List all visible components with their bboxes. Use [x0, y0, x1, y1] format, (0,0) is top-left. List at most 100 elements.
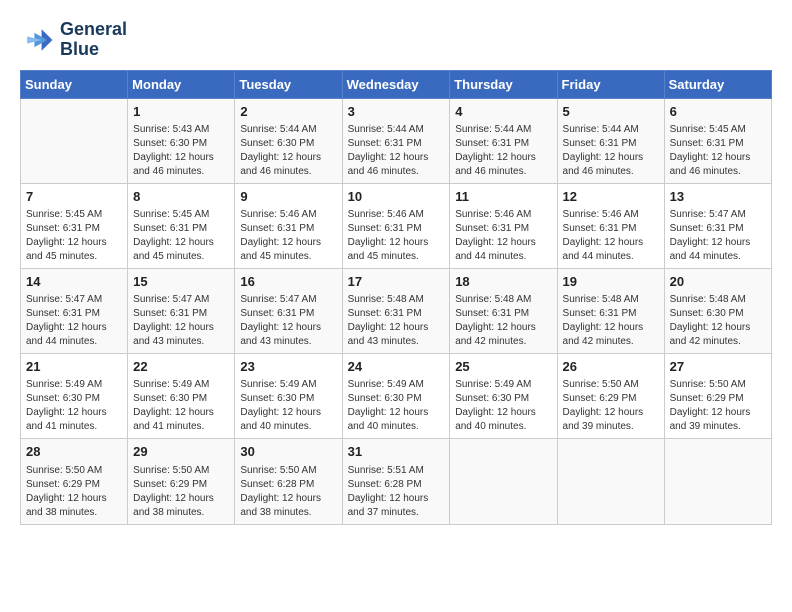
day-number: 18	[455, 273, 551, 291]
day-number: 28	[26, 443, 122, 461]
day-info: Sunrise: 5:49 AMSunset: 6:30 PMDaylight:…	[133, 378, 229, 434]
day-number: 12	[563, 188, 659, 206]
day-number: 25	[455, 358, 551, 376]
calendar-cell: 11 Sunrise: 5:46 AMSunset: 6:31 PMDayligh…	[450, 183, 557, 268]
day-info: Sunrise: 5:48 AMSunset: 6:31 PMDaylight:…	[563, 293, 659, 349]
day-info: Sunrise: 5:45 AMSunset: 6:31 PMDaylight:…	[133, 208, 229, 264]
calendar-cell: 8 Sunrise: 5:45 AMSunset: 6:31 PMDaylight…	[128, 183, 235, 268]
calendar-cell: 17 Sunrise: 5:48 AMSunset: 6:31 PMDayligh…	[342, 268, 450, 353]
column-header-thursday: Thursday	[450, 70, 557, 98]
day-number: 7	[26, 188, 122, 206]
calendar-cell: 19 Sunrise: 5:48 AMSunset: 6:31 PMDayligh…	[557, 268, 664, 353]
calendar-cell: 24Sunrise: 5:49 AMSunset: 6:30 PMDayligh…	[342, 354, 450, 439]
day-info: Sunrise: 5:46 AMSunset: 6:31 PMDaylight:…	[563, 208, 659, 264]
column-header-wednesday: Wednesday	[342, 70, 450, 98]
day-number: 20	[670, 273, 766, 291]
calendar-cell: 4 Sunrise: 5:44 AMSunset: 6:31 PMDaylight…	[450, 98, 557, 183]
day-info: Sunrise: 5:47 AMSunset: 6:31 PMDaylight:…	[670, 208, 766, 264]
day-number: 4	[455, 103, 551, 121]
day-info: Sunrise: 5:46 AMSunset: 6:31 PMDaylight:…	[240, 208, 336, 264]
logo-text: General Blue	[60, 20, 127, 60]
day-info: Sunrise: 5:48 AMSunset: 6:31 PMDaylight:…	[348, 293, 445, 349]
calendar-table: SundayMondayTuesdayWednesdayThursdayFrid…	[20, 70, 772, 525]
day-number: 8	[133, 188, 229, 206]
calendar-cell: 30Sunrise: 5:50 AMSunset: 6:28 PMDayligh…	[235, 439, 342, 524]
column-header-friday: Friday	[557, 70, 664, 98]
calendar-cell: 6 Sunrise: 5:45 AMSunset: 6:31 PMDaylight…	[664, 98, 771, 183]
day-info: Sunrise: 5:51 AMSunset: 6:28 PMDaylight:…	[348, 464, 445, 520]
day-number: 1	[133, 103, 229, 121]
calendar-cell: 10 Sunrise: 5:46 AMSunset: 6:31 PMDayligh…	[342, 183, 450, 268]
day-number: 15	[133, 273, 229, 291]
day-info: Sunrise: 5:48 AMSunset: 6:30 PMDaylight:…	[670, 293, 766, 349]
day-info: Sunrise: 5:44 AMSunset: 6:30 PMDaylight:…	[240, 123, 336, 179]
calendar-cell: 29Sunrise: 5:50 AMSunset: 6:29 PMDayligh…	[128, 439, 235, 524]
day-info: Sunrise: 5:46 AMSunset: 6:31 PMDaylight:…	[455, 208, 551, 264]
day-info: Sunrise: 5:45 AMSunset: 6:31 PMDaylight:…	[670, 123, 766, 179]
calendar-cell: 27 Sunrise: 5:50 AMSunset: 6:29 PMDayligh…	[664, 354, 771, 439]
day-number: 14	[26, 273, 122, 291]
day-info: Sunrise: 5:47 AMSunset: 6:31 PMDaylight:…	[240, 293, 336, 349]
calendar-cell	[664, 439, 771, 524]
day-info: Sunrise: 5:47 AMSunset: 6:31 PMDaylight:…	[133, 293, 229, 349]
page-header: General Blue	[20, 20, 772, 60]
column-header-tuesday: Tuesday	[235, 70, 342, 98]
calendar-cell: 16 Sunrise: 5:47 AMSunset: 6:31 PMDayligh…	[235, 268, 342, 353]
day-info: Sunrise: 5:47 AMSunset: 6:31 PMDaylight:…	[26, 293, 122, 349]
column-header-monday: Monday	[128, 70, 235, 98]
calendar-cell: 7 Sunrise: 5:45 AMSunset: 6:31 PMDaylight…	[21, 183, 128, 268]
day-info: Sunrise: 5:44 AMSunset: 6:31 PMDaylight:…	[563, 123, 659, 179]
calendar-cell: 21Sunrise: 5:49 AMSunset: 6:30 PMDayligh…	[21, 354, 128, 439]
calendar-cell: 26 Sunrise: 5:50 AMSunset: 6:29 PMDayligh…	[557, 354, 664, 439]
day-number: 17	[348, 273, 445, 291]
calendar-cell: 28 Sunrise: 5:50 AMSunset: 6:29 PMDayligh…	[21, 439, 128, 524]
calendar-cell: 23Sunrise: 5:49 AMSunset: 6:30 PMDayligh…	[235, 354, 342, 439]
calendar-week-row: 14 Sunrise: 5:47 AMSunset: 6:31 PMDayligh…	[21, 268, 772, 353]
day-number: 26	[563, 358, 659, 376]
day-number: 24	[348, 358, 445, 376]
day-info: Sunrise: 5:49 AMSunset: 6:30 PMDaylight:…	[26, 378, 122, 434]
calendar-cell: 25 Sunrise: 5:49 AMSunset: 6:30 PMDayligh…	[450, 354, 557, 439]
day-number: 31	[348, 443, 445, 461]
calendar-cell: 31 Sunrise: 5:51 AMSunset: 6:28 PMDayligh…	[342, 439, 450, 524]
day-number: 19	[563, 273, 659, 291]
day-number: 23	[240, 358, 336, 376]
day-info: Sunrise: 5:50 AMSunset: 6:28 PMDaylight:…	[240, 464, 336, 520]
calendar-cell: 12 Sunrise: 5:46 AMSunset: 6:31 PMDayligh…	[557, 183, 664, 268]
calendar-cell: 5Sunrise: 5:44 AMSunset: 6:31 PMDaylight…	[557, 98, 664, 183]
calendar-cell: 1Sunrise: 5:43 AMSunset: 6:30 PMDaylight…	[128, 98, 235, 183]
calendar-cell: 15 Sunrise: 5:47 AMSunset: 6:31 PMDayligh…	[128, 268, 235, 353]
calendar-week-row: 7 Sunrise: 5:45 AMSunset: 6:31 PMDaylight…	[21, 183, 772, 268]
day-number: 6	[670, 103, 766, 121]
calendar-cell	[450, 439, 557, 524]
calendar-header-row: SundayMondayTuesdayWednesdayThursdayFrid…	[21, 70, 772, 98]
calendar-cell: 22 Sunrise: 5:49 AMSunset: 6:30 PMDayligh…	[128, 354, 235, 439]
calendar-cell: 13 Sunrise: 5:47 AMSunset: 6:31 PMDayligh…	[664, 183, 771, 268]
day-info: Sunrise: 5:50 AMSunset: 6:29 PMDaylight:…	[26, 464, 122, 520]
calendar-week-row: 1Sunrise: 5:43 AMSunset: 6:30 PMDaylight…	[21, 98, 772, 183]
day-info: Sunrise: 5:50 AMSunset: 6:29 PMDaylight:…	[670, 378, 766, 434]
logo: General Blue	[20, 20, 127, 60]
day-info: Sunrise: 5:45 AMSunset: 6:31 PMDaylight:…	[26, 208, 122, 264]
calendar-cell: 3Sunrise: 5:44 AMSunset: 6:31 PMDaylight…	[342, 98, 450, 183]
calendar-cell	[21, 98, 128, 183]
day-info: Sunrise: 5:48 AMSunset: 6:31 PMDaylight:…	[455, 293, 551, 349]
day-number: 13	[670, 188, 766, 206]
day-number: 11	[455, 188, 551, 206]
day-number: 16	[240, 273, 336, 291]
day-number: 3	[348, 103, 445, 121]
day-info: Sunrise: 5:46 AMSunset: 6:31 PMDaylight:…	[348, 208, 445, 264]
day-number: 22	[133, 358, 229, 376]
column-header-saturday: Saturday	[664, 70, 771, 98]
calendar-cell: 9Sunrise: 5:46 AMSunset: 6:31 PMDaylight…	[235, 183, 342, 268]
day-number: 10	[348, 188, 445, 206]
day-info: Sunrise: 5:50 AMSunset: 6:29 PMDaylight:…	[563, 378, 659, 434]
day-info: Sunrise: 5:44 AMSunset: 6:31 PMDaylight:…	[455, 123, 551, 179]
day-info: Sunrise: 5:49 AMSunset: 6:30 PMDaylight:…	[455, 378, 551, 434]
day-number: 2	[240, 103, 336, 121]
day-number: 29	[133, 443, 229, 461]
logo-icon	[20, 22, 56, 58]
day-number: 27	[670, 358, 766, 376]
calendar-cell: 18 Sunrise: 5:48 AMSunset: 6:31 PMDayligh…	[450, 268, 557, 353]
column-header-sunday: Sunday	[21, 70, 128, 98]
